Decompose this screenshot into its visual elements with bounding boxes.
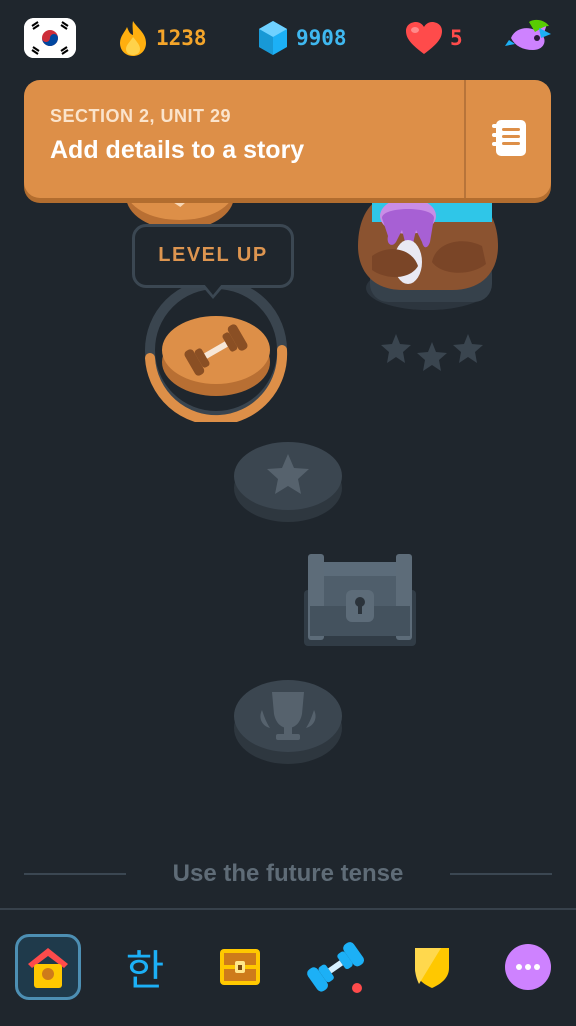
notification-dot [352, 983, 362, 993]
nav-letters[interactable]: 한 [112, 934, 178, 1000]
locked-treasure-chest[interactable] [302, 552, 418, 648]
gems-count: 9908 [296, 26, 347, 50]
nav-quests[interactable] [207, 934, 273, 1000]
tooltip-label: LEVEL UP [158, 244, 268, 266]
nav-practice[interactable] [302, 934, 368, 1000]
course-flag-icon[interactable] [24, 18, 76, 58]
unit-title: Add details to a story [50, 136, 305, 164]
gem-icon [259, 21, 287, 55]
notebook-icon [492, 120, 526, 156]
character-stars [381, 334, 483, 371]
dumbbell-icon [307, 942, 365, 993]
character-illustration [358, 186, 498, 310]
gems-counter[interactable]: 9908 [256, 18, 347, 58]
heart-icon [406, 22, 442, 54]
top-stats-bar: 1238 9908 5 [0, 0, 576, 78]
shield-icon [415, 948, 449, 988]
locked-trophy-node[interactable] [232, 666, 344, 770]
letters-label: 한 [125, 945, 165, 995]
profile-avatar-icon[interactable] [505, 16, 553, 60]
next-unit-title: Use the future tense [172, 860, 404, 887]
flame-icon [120, 21, 146, 56]
hearts-count: 5 [450, 26, 463, 50]
streak-count: 1238 [156, 26, 207, 50]
bottom-nav: 한 [0, 908, 576, 1026]
active-lesson-node[interactable] [136, 280, 296, 422]
tooltip-arrow-inner [204, 284, 222, 295]
hearts-counter[interactable]: 5 [404, 18, 463, 58]
more-icon [505, 944, 551, 990]
section-label: SECTION 2, UNIT 29 [50, 106, 232, 126]
unit-banner[interactable]: SECTION 2, UNIT 29 Add details to a stor… [24, 80, 551, 198]
nav-more[interactable] [495, 934, 561, 1000]
nav-leagues[interactable] [399, 934, 465, 1000]
locked-star-node[interactable] [232, 432, 344, 524]
banner-divider [464, 80, 466, 198]
level-up-tooltip[interactable]: LEVEL UP [132, 224, 294, 288]
home-icon [28, 948, 68, 988]
chest-icon [220, 949, 260, 985]
nav-learn[interactable] [15, 934, 81, 1000]
streak-counter[interactable]: 1238 [116, 18, 207, 58]
guidebook-button[interactable] [480, 106, 540, 170]
